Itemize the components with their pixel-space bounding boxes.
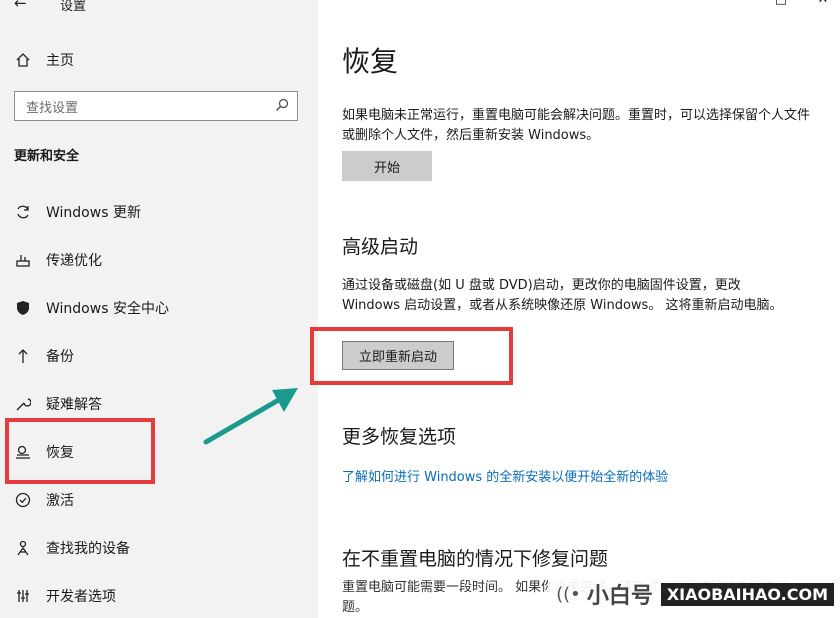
sidebar-item-label: Windows 安全中心 — [46, 301, 169, 317]
section-title: 更新和安全 — [14, 149, 80, 164]
more-options-heading: 更多恢复选项 — [342, 426, 457, 448]
sidebar-item-find-device[interactable]: 查找我的设备 — [14, 538, 130, 558]
home-icon — [14, 51, 32, 69]
reset-start-button[interactable]: 开始 — [342, 151, 432, 181]
back-arrow-icon[interactable]: ← — [14, 0, 27, 12]
sidebar-item-label: 激活 — [46, 493, 74, 509]
fix-problems-heading: 在不重置电脑的情况下修复问题 — [342, 548, 609, 570]
search-placeholder: 查找设置 — [26, 100, 79, 116]
sidebar-item-backup[interactable]: 备份 — [14, 346, 74, 366]
sound-wave-icon: ((• — [556, 583, 581, 605]
highlight-box — [5, 418, 155, 484]
advanced-startup-heading: 高级启动 — [342, 236, 419, 258]
sidebar-item-label: Windows 更新 — [46, 205, 141, 221]
sidebar-item-delivery-optimization[interactable]: 传递优化 — [14, 250, 102, 270]
page-title: 恢复 — [342, 45, 399, 78]
highlight-box — [310, 327, 513, 385]
watermark: ((• 小白号 XIAOBAIHAO.COM — [548, 576, 840, 612]
sidebar-item-developer[interactable]: 开发者选项 — [14, 586, 116, 606]
sidebar-item-security[interactable]: Windows 安全中心 — [14, 298, 169, 318]
search-input[interactable]: 查找设置 — [14, 91, 298, 121]
search-icon — [275, 97, 289, 116]
window-controls: — □ ✕ — [732, 0, 830, 7]
sidebar-item-troubleshoot[interactable]: 疑难解答 — [14, 394, 102, 414]
delivery-optimization-icon — [14, 251, 32, 269]
sidebar-item-label: 传递优化 — [46, 253, 102, 269]
backup-arrow-icon — [14, 347, 32, 365]
sidebar-item-label: 开发者选项 — [46, 589, 116, 605]
close-icon[interactable]: ✕ — [816, 0, 830, 7]
developer-icon — [14, 587, 32, 605]
reset-description: 如果电脑未正常运行，重置电脑可能会解决问题。重置时，可以选择保留个人文件或删除个… — [342, 108, 811, 143]
sidebar-item-label: 主页 — [46, 53, 74, 69]
check-circle-icon — [14, 491, 32, 509]
sidebar-item-label: 查找我的设备 — [46, 541, 130, 557]
sync-icon — [14, 203, 32, 221]
wrench-icon — [14, 395, 32, 413]
sidebar: ← 设置 主页 查找设置 更新和安全 Windows 更新 传递优化 Windo… — [0, 0, 318, 618]
sidebar-item-label: 疑难解答 — [46, 397, 102, 413]
watermark-text: 小白号 — [586, 584, 653, 609]
sidebar-item-label: 备份 — [46, 349, 74, 365]
sidebar-item-home[interactable]: 主页 — [14, 50, 74, 70]
shield-icon — [14, 299, 32, 317]
app-title: 设置 — [60, 0, 87, 14]
clean-install-link[interactable]: 了解如何进行 Windows 的全新安装以便开始全新的体验 — [342, 466, 668, 485]
sidebar-item-windows-update[interactable]: Windows 更新 — [14, 202, 141, 222]
maximize-icon[interactable]: □ — [774, 0, 788, 7]
annotation-arrow — [203, 388, 298, 445]
advanced-startup-description: 通过设备或磁盘(如 U 盘或 DVD)启动，更改你的电脑固件设置，更改 Wind… — [342, 278, 783, 313]
find-device-icon — [14, 539, 32, 557]
minimize-icon[interactable]: — — [732, 0, 746, 7]
watermark-url: XIAOBAIHAO.COM — [660, 582, 834, 606]
sidebar-item-activation[interactable]: 激活 — [14, 490, 74, 510]
